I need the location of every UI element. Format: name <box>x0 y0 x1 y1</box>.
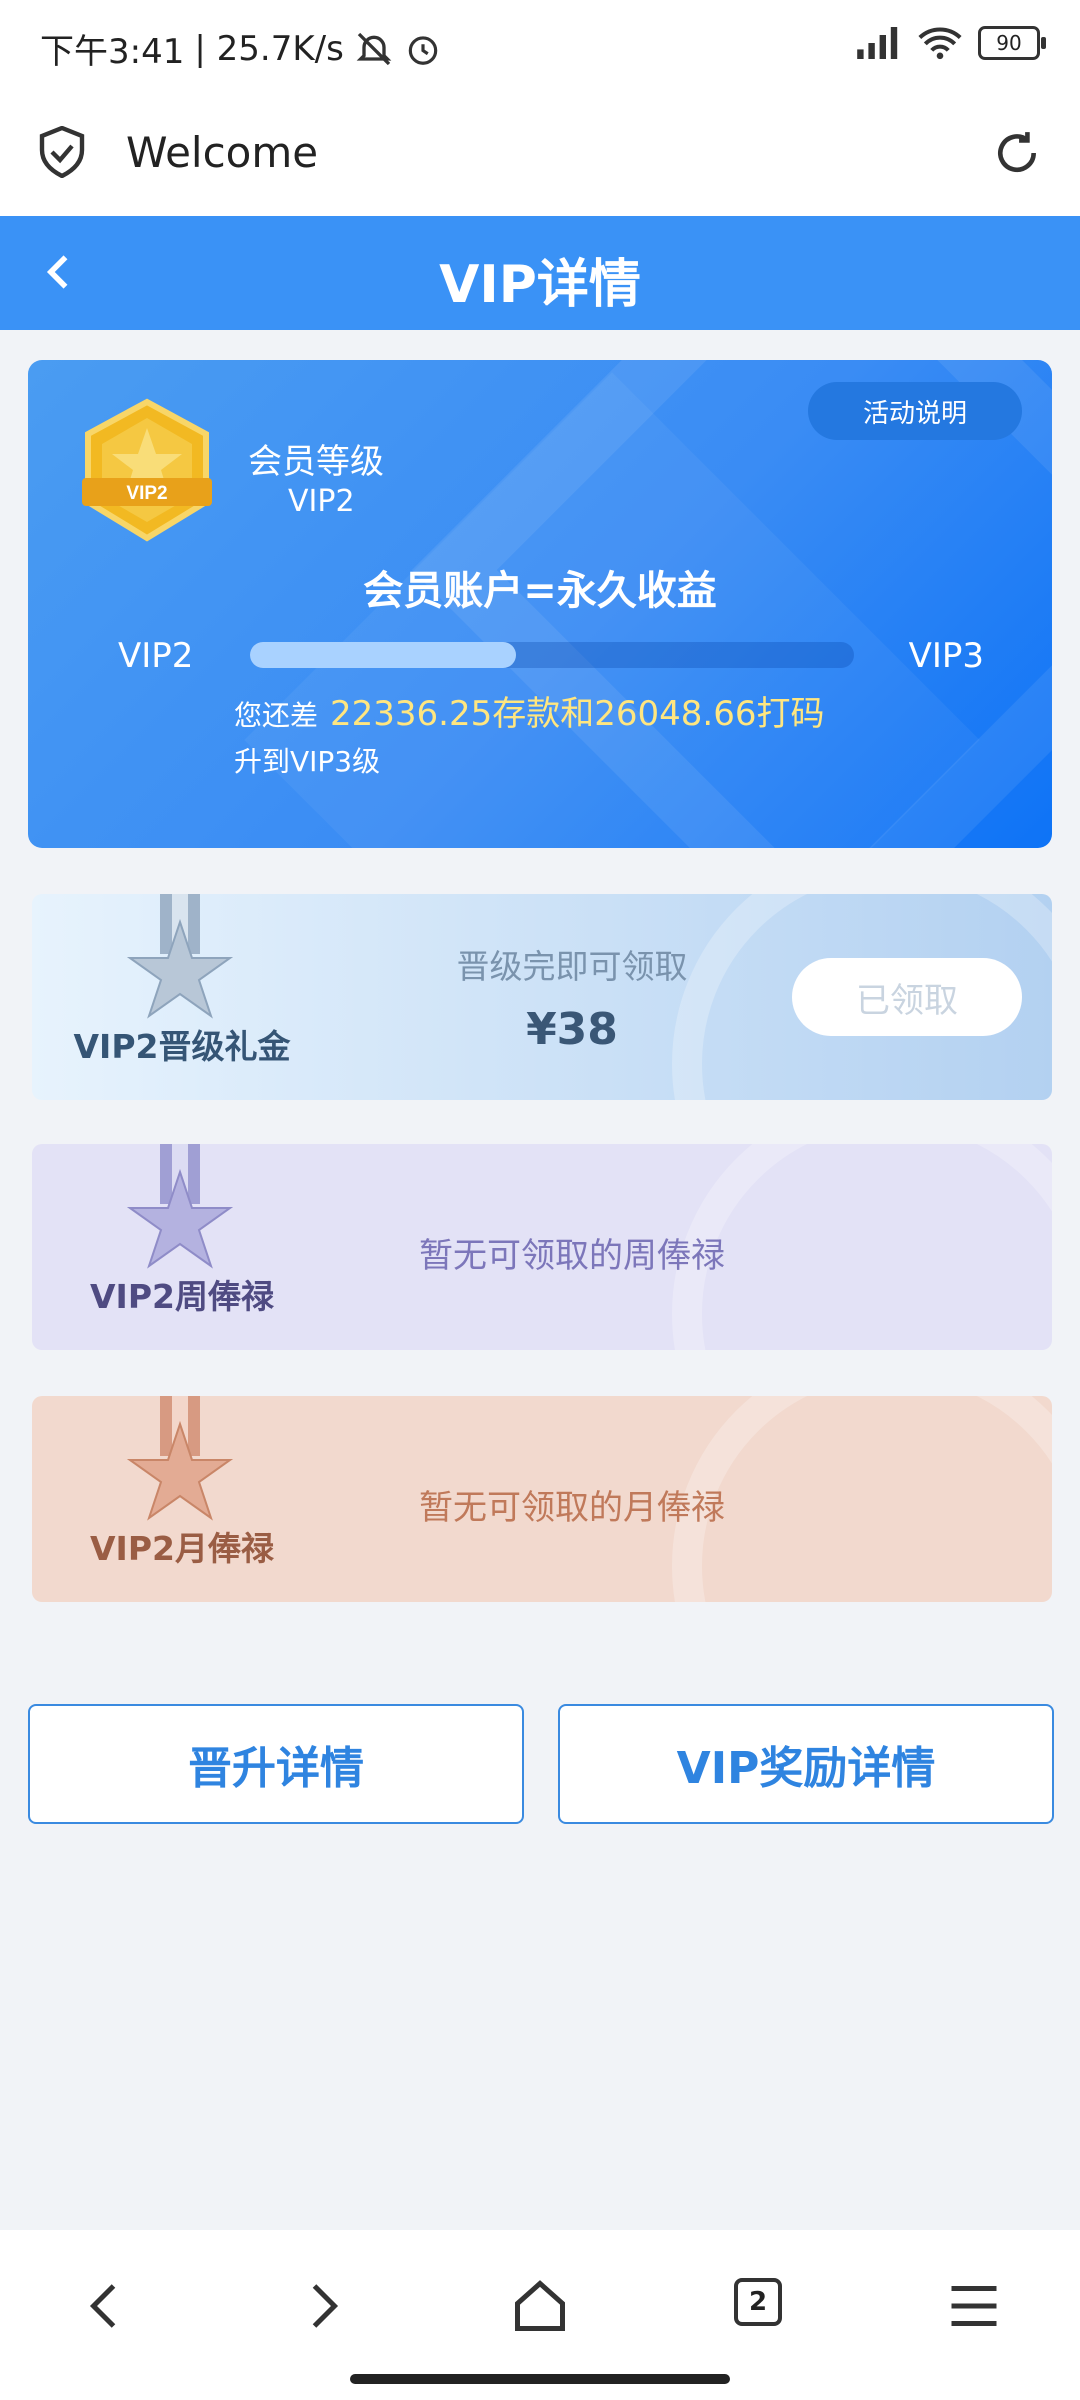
bronze-star-medal-icon <box>126 1396 234 1521</box>
reward-message: 暂无可领取的周俸禄 <box>419 1236 725 1276</box>
tab-count: 2 <box>748 2287 768 2317</box>
vip-badge-label: VIP2 <box>126 483 167 504</box>
back-icon[interactable] <box>76 2276 136 2336</box>
status-time: 下午3:41 <box>40 32 185 72</box>
reward-message: 暂无可领取的月俸禄 <box>419 1488 725 1528</box>
remaining-suffix: 升到VIP3级 <box>234 745 381 778</box>
claimed-button[interactable]: 已领取 <box>792 958 1022 1036</box>
refresh-icon[interactable] <box>992 128 1042 178</box>
next-level: VIP3 <box>908 636 984 676</box>
promotion-bonus-card: VIP2晋级礼金 晋级完即可领取 ¥38 已领取 <box>32 894 1052 1100</box>
home-icon[interactable] <box>510 2276 570 2336</box>
page-header: VIP详情 <box>0 216 1080 330</box>
shield-check-icon[interactable] <box>38 126 86 178</box>
purple-star-medal-icon <box>126 1144 234 1269</box>
monthly-salary-card: VIP2月俸禄 暂无可领取的月俸禄 <box>32 1396 1052 1602</box>
vip-level-card: VIP2 会员等级 VIP2 活动说明 会员账户=永久收益 VIP2 VIP3 … <box>28 360 1052 848</box>
page-title: VIP详情 <box>439 255 641 315</box>
forward-icon[interactable] <box>292 2276 352 2336</box>
vip-reward-details-button[interactable]: VIP奖励详情 <box>558 1704 1054 1824</box>
browser-page-title: Welcome <box>126 128 319 177</box>
tabs-icon[interactable]: 2 <box>734 2278 782 2326</box>
reward-title: VIP2晋级礼金 <box>73 1027 291 1066</box>
alarm-icon <box>408 35 438 65</box>
level-progress-fill <box>250 642 516 668</box>
battery-icon: 90 <box>978 26 1046 60</box>
browser-bar: Welcome <box>0 96 1080 216</box>
home-indicator[interactable] <box>350 2374 730 2384</box>
promotion-details-button[interactable]: 晋升详情 <box>28 1704 524 1824</box>
member-level-value: VIP2 <box>288 484 355 519</box>
remaining-requirement: 您还差 22336.25存款和26048.66打码 <box>234 686 824 735</box>
vip-badge-icon: VIP2 <box>82 398 212 542</box>
reward-title: VIP2周俸禄 <box>90 1277 274 1316</box>
current-level: VIP2 <box>118 636 194 676</box>
member-slogan: 会员账户=永久收益 <box>363 568 717 614</box>
weekly-salary-card: VIP2周俸禄 暂无可领取的周俸禄 <box>32 1144 1052 1350</box>
reward-amount: ¥38 <box>526 1004 618 1055</box>
reward-title: VIP2月俸禄 <box>90 1529 274 1568</box>
remaining-prefix: 您还差 <box>234 699 319 732</box>
signal-icon <box>857 27 898 59</box>
remaining-amounts: 22336.25存款和26048.66打码 <box>330 694 825 734</box>
level-progress-bar <box>250 642 854 668</box>
silver-star-medal-icon <box>126 894 234 1019</box>
menu-icon[interactable] <box>944 2276 1004 2336</box>
battery-level: 90 <box>996 31 1022 55</box>
member-level-label: 会员等级 <box>248 442 384 482</box>
reward-subtitle: 晋级完即可领取 <box>456 947 688 986</box>
status-bar: 下午3:41 | 25.7K/s 90 <box>0 0 1080 96</box>
mute-bell-icon <box>356 32 392 65</box>
network-speed: | 25.7K/s <box>194 28 344 69</box>
activity-info-button[interactable]: 活动说明 <box>808 382 1022 440</box>
wifi-icon <box>918 27 962 60</box>
